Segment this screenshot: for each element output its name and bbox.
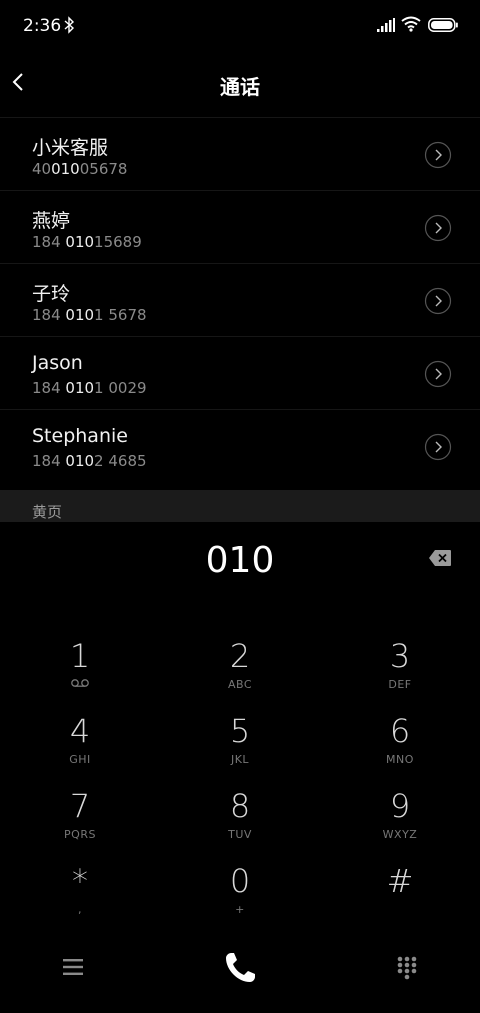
contact-name: 小米客服 xyxy=(32,137,109,159)
key-letters xyxy=(20,678,140,691)
contact-number: 4001005678 xyxy=(32,160,128,178)
key-0[interactable]: 0 + xyxy=(180,861,300,933)
chevron-right-circle-icon[interactable] xyxy=(424,141,452,169)
key-digit: 9 xyxy=(389,787,411,825)
phone-icon[interactable] xyxy=(222,950,258,986)
wifi-icon xyxy=(401,16,421,32)
header: 通话 xyxy=(0,56,480,114)
contact-list: 小米客服 4001005678 燕婷 184 01015689 子玲 184 0… xyxy=(0,117,480,482)
key-digit: 6 xyxy=(389,712,411,750)
key-2[interactable]: 2 ABC xyxy=(180,636,300,708)
key-letters: + xyxy=(235,903,245,916)
key-hash[interactable]: # xyxy=(340,861,460,933)
key-letters: JKL xyxy=(230,753,250,766)
key-letters: DEF xyxy=(388,678,412,691)
status-bar: 2:36 xyxy=(0,0,480,52)
page-title: 通话 xyxy=(220,75,260,99)
key-digit: 8 xyxy=(229,787,251,825)
key-7[interactable]: 7 PQRS xyxy=(20,786,140,858)
contact-row[interactable]: 燕婷 184 01015689 xyxy=(0,190,480,263)
contact-number: 184 0101 0029 xyxy=(32,379,147,397)
key-9[interactable]: 9 WXYZ xyxy=(340,786,460,858)
contact-name: Stephanie xyxy=(32,425,128,447)
chevron-right-circle-icon[interactable] xyxy=(424,214,452,242)
contact-number: 184 0101 5678 xyxy=(32,306,147,324)
contact-name: 子玲 xyxy=(32,283,71,305)
key-letters: PQRS xyxy=(64,828,96,841)
key-letters: , xyxy=(78,903,82,916)
chevron-right-circle-icon[interactable] xyxy=(424,360,452,388)
key-8[interactable]: 8 TUV xyxy=(180,786,300,858)
dial-input[interactable]: 010 xyxy=(0,540,480,590)
key-digit: * xyxy=(72,862,88,900)
key-digit: 7 xyxy=(69,787,91,825)
dialpad-icon[interactable] xyxy=(396,956,418,980)
contact-row[interactable]: Jason 184 0101 0029 xyxy=(0,336,480,409)
key-star[interactable]: * , xyxy=(20,861,140,933)
key-digit: 1 xyxy=(69,637,91,675)
contact-number: 184 01015689 xyxy=(32,233,142,251)
key-digit: 0 xyxy=(229,862,251,900)
key-digit: 5 xyxy=(229,712,251,750)
contact-name: 燕婷 xyxy=(32,210,71,232)
key-digit: 3 xyxy=(389,637,411,675)
chevron-right-circle-icon[interactable] xyxy=(424,433,452,461)
key-3[interactable]: 3 DEF xyxy=(340,636,460,708)
key-1[interactable]: 1 xyxy=(20,636,140,708)
key-6[interactable]: 6 MNO xyxy=(340,711,460,783)
key-letters: GHI xyxy=(69,753,91,766)
contact-row[interactable]: 子玲 184 0101 5678 xyxy=(0,263,480,336)
key-digit: 2 xyxy=(229,637,251,675)
key-digit: 4 xyxy=(69,712,91,750)
key-letters: WXYZ xyxy=(382,828,418,841)
menu-icon[interactable] xyxy=(62,957,84,977)
contact-name: Jason xyxy=(32,352,83,374)
contact-row[interactable]: 小米客服 4001005678 xyxy=(0,117,480,190)
yellow-pages-section-header: 黄页 xyxy=(0,490,480,522)
key-letters: ABC xyxy=(227,678,253,691)
signal-icon xyxy=(377,18,395,32)
key-letters: TUV xyxy=(228,828,252,841)
key-5[interactable]: 5 JKL xyxy=(180,711,300,783)
backspace-icon[interactable] xyxy=(428,549,452,567)
bluetooth-icon xyxy=(64,16,75,34)
voicemail-icon xyxy=(71,679,89,687)
battery-icon xyxy=(428,18,458,32)
chevron-right-circle-icon[interactable] xyxy=(424,287,452,315)
key-4[interactable]: 4 GHI xyxy=(20,711,140,783)
status-time: 2:36 xyxy=(23,16,62,36)
section-header-label: 黄页 xyxy=(32,503,63,521)
key-letters: MNO xyxy=(386,753,414,766)
contact-row[interactable]: Stephanie 184 0102 4685 xyxy=(0,409,480,482)
contact-number: 184 0102 4685 xyxy=(32,452,147,470)
key-digit: # xyxy=(386,862,414,900)
